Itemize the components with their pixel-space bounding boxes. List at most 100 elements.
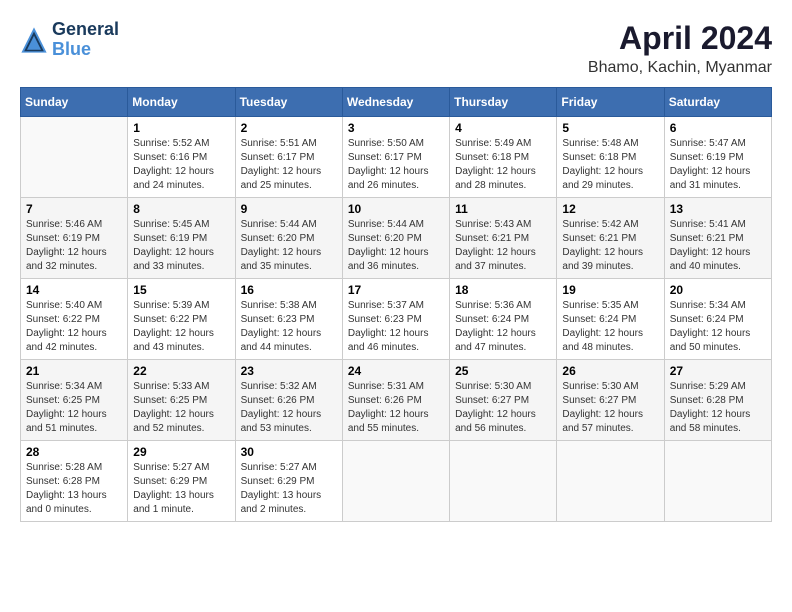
logo-icon <box>20 26 48 54</box>
day-number: 25 <box>455 364 551 378</box>
weekday-header: Tuesday <box>235 88 342 117</box>
day-number: 11 <box>455 202 551 216</box>
day-info: Sunrise: 5:36 AM Sunset: 6:24 PM Dayligh… <box>455 299 551 355</box>
logo-text: General Blue <box>52 20 119 60</box>
day-info: Sunrise: 5:34 AM Sunset: 6:24 PM Dayligh… <box>670 299 766 355</box>
calendar-cell: 24 Sunrise: 5:31 AM Sunset: 6:26 PM Dayli… <box>342 360 449 441</box>
day-number: 21 <box>26 364 122 378</box>
day-number: 7 <box>26 202 122 216</box>
calendar-cell: 29 Sunrise: 5:27 AM Sunset: 6:29 PM Dayli… <box>128 441 235 522</box>
day-number: 24 <box>348 364 444 378</box>
day-info: Sunrise: 5:34 AM Sunset: 6:25 PM Dayligh… <box>26 380 122 436</box>
subtitle: Bhamo, Kachin, Myanmar <box>588 59 772 77</box>
day-number: 13 <box>670 202 766 216</box>
day-info: Sunrise: 5:50 AM Sunset: 6:17 PM Dayligh… <box>348 137 444 193</box>
day-number: 9 <box>241 202 337 216</box>
day-info: Sunrise: 5:41 AM Sunset: 6:21 PM Dayligh… <box>670 218 766 274</box>
day-info: Sunrise: 5:47 AM Sunset: 6:19 PM Dayligh… <box>670 137 766 193</box>
calendar-week-row: 21 Sunrise: 5:34 AM Sunset: 6:25 PM Dayli… <box>21 360 772 441</box>
calendar-week-row: 28 Sunrise: 5:28 AM Sunset: 6:28 PM Dayli… <box>21 441 772 522</box>
day-number: 26 <box>562 364 658 378</box>
weekday-header: Friday <box>557 88 664 117</box>
day-info: Sunrise: 5:48 AM Sunset: 6:18 PM Dayligh… <box>562 137 658 193</box>
day-info: Sunrise: 5:42 AM Sunset: 6:21 PM Dayligh… <box>562 218 658 274</box>
day-number: 29 <box>133 445 229 459</box>
weekday-header: Wednesday <box>342 88 449 117</box>
day-number: 5 <box>562 121 658 135</box>
day-info: Sunrise: 5:44 AM Sunset: 6:20 PM Dayligh… <box>241 218 337 274</box>
calendar-cell: 14 Sunrise: 5:40 AM Sunset: 6:22 PM Dayli… <box>21 279 128 360</box>
calendar-cell: 25 Sunrise: 5:30 AM Sunset: 6:27 PM Dayli… <box>450 360 557 441</box>
calendar-cell: 28 Sunrise: 5:28 AM Sunset: 6:28 PM Dayli… <box>21 441 128 522</box>
weekday-header-row: SundayMondayTuesdayWednesdayThursdayFrid… <box>21 88 772 117</box>
weekday-header: Monday <box>128 88 235 117</box>
day-number: 30 <box>241 445 337 459</box>
day-number: 12 <box>562 202 658 216</box>
day-info: Sunrise: 5:45 AM Sunset: 6:19 PM Dayligh… <box>133 218 229 274</box>
day-number: 10 <box>348 202 444 216</box>
calendar-cell: 27Sunrise: 5:29 AM Sunset: 6:28 PM Dayli… <box>664 360 771 441</box>
calendar-cell <box>450 441 557 522</box>
day-number: 8 <box>133 202 229 216</box>
day-number: 16 <box>241 283 337 297</box>
calendar-cell <box>342 441 449 522</box>
day-number: 18 <box>455 283 551 297</box>
calendar-cell <box>557 441 664 522</box>
day-info: Sunrise: 5:51 AM Sunset: 6:17 PM Dayligh… <box>241 137 337 193</box>
title-area: April 2024 Bhamo, Kachin, Myanmar <box>588 20 772 77</box>
day-number: 4 <box>455 121 551 135</box>
day-info: Sunrise: 5:27 AM Sunset: 6:29 PM Dayligh… <box>241 461 337 517</box>
calendar-cell: 5 Sunrise: 5:48 AM Sunset: 6:18 PM Daylig… <box>557 117 664 198</box>
calendar-cell: 12 Sunrise: 5:42 AM Sunset: 6:21 PM Dayli… <box>557 198 664 279</box>
calendar-cell: 16Sunrise: 5:38 AM Sunset: 6:23 PM Dayli… <box>235 279 342 360</box>
day-info: Sunrise: 5:28 AM Sunset: 6:28 PM Dayligh… <box>26 461 122 517</box>
weekday-header: Sunday <box>21 88 128 117</box>
day-info: Sunrise: 5:29 AM Sunset: 6:28 PM Dayligh… <box>670 380 766 436</box>
day-info: Sunrise: 5:46 AM Sunset: 6:19 PM Dayligh… <box>26 218 122 274</box>
day-info: Sunrise: 5:44 AM Sunset: 6:20 PM Dayligh… <box>348 218 444 274</box>
calendar-cell: 20 Sunrise: 5:34 AM Sunset: 6:24 PM Dayli… <box>664 279 771 360</box>
calendar-cell: 3 Sunrise: 5:50 AM Sunset: 6:17 PM Daylig… <box>342 117 449 198</box>
calendar-cell: 19 Sunrise: 5:35 AM Sunset: 6:24 PM Dayli… <box>557 279 664 360</box>
calendar-cell: 11 Sunrise: 5:43 AM Sunset: 6:21 PM Dayli… <box>450 198 557 279</box>
day-number: 28 <box>26 445 122 459</box>
calendar-cell: 26 Sunrise: 5:30 AM Sunset: 6:27 PM Dayli… <box>557 360 664 441</box>
calendar-cell: 4 Sunrise: 5:49 AM Sunset: 6:18 PM Daylig… <box>450 117 557 198</box>
calendar-cell <box>664 441 771 522</box>
calendar-cell: 13 Sunrise: 5:41 AM Sunset: 6:21 PM Dayli… <box>664 198 771 279</box>
day-info: Sunrise: 5:40 AM Sunset: 6:22 PM Dayligh… <box>26 299 122 355</box>
day-info: Sunrise: 5:37 AM Sunset: 6:23 PM Dayligh… <box>348 299 444 355</box>
day-info: Sunrise: 5:35 AM Sunset: 6:24 PM Dayligh… <box>562 299 658 355</box>
weekday-header: Thursday <box>450 88 557 117</box>
day-info: Sunrise: 5:30 AM Sunset: 6:27 PM Dayligh… <box>562 380 658 436</box>
day-number: 14 <box>26 283 122 297</box>
day-number: 23 <box>241 364 337 378</box>
calendar-cell: 6 Sunrise: 5:47 AM Sunset: 6:19 PM Daylig… <box>664 117 771 198</box>
day-info: Sunrise: 5:49 AM Sunset: 6:18 PM Dayligh… <box>455 137 551 193</box>
calendar-cell: 23 Sunrise: 5:32 AM Sunset: 6:26 PM Dayli… <box>235 360 342 441</box>
calendar-cell: 21 Sunrise: 5:34 AM Sunset: 6:25 PM Dayli… <box>21 360 128 441</box>
day-info: Sunrise: 5:30 AM Sunset: 6:27 PM Dayligh… <box>455 380 551 436</box>
day-number: 17 <box>348 283 444 297</box>
day-number: 3 <box>348 121 444 135</box>
day-number: 20 <box>670 283 766 297</box>
day-number: 19 <box>562 283 658 297</box>
calendar-cell: 9 Sunrise: 5:44 AM Sunset: 6:20 PM Daylig… <box>235 198 342 279</box>
calendar-cell: 18 Sunrise: 5:36 AM Sunset: 6:24 PM Dayli… <box>450 279 557 360</box>
calendar-cell: 10 Sunrise: 5:44 AM Sunset: 6:20 PM Dayli… <box>342 198 449 279</box>
calendar-cell: 1 Sunrise: 5:52 AM Sunset: 6:16 PM Daylig… <box>128 117 235 198</box>
calendar-cell: 22Sunrise: 5:33 AM Sunset: 6:25 PM Dayli… <box>128 360 235 441</box>
logo: General Blue <box>20 20 119 60</box>
calendar-cell: 8 Sunrise: 5:45 AM Sunset: 6:19 PM Daylig… <box>128 198 235 279</box>
day-number: 6 <box>670 121 766 135</box>
calendar-cell: 15Sunrise: 5:39 AM Sunset: 6:22 PM Dayli… <box>128 279 235 360</box>
calendar-week-row: 1 Sunrise: 5:52 AM Sunset: 6:16 PM Daylig… <box>21 117 772 198</box>
day-info: Sunrise: 5:43 AM Sunset: 6:21 PM Dayligh… <box>455 218 551 274</box>
day-number: 1 <box>133 121 229 135</box>
day-info: Sunrise: 5:52 AM Sunset: 6:16 PM Dayligh… <box>133 137 229 193</box>
day-info: Sunrise: 5:32 AM Sunset: 6:26 PM Dayligh… <box>241 380 337 436</box>
day-info: Sunrise: 5:27 AM Sunset: 6:29 PM Dayligh… <box>133 461 229 517</box>
day-info: Sunrise: 5:31 AM Sunset: 6:26 PM Dayligh… <box>348 380 444 436</box>
calendar-cell: 2Sunrise: 5:51 AM Sunset: 6:17 PM Daylig… <box>235 117 342 198</box>
day-number: 15 <box>133 283 229 297</box>
